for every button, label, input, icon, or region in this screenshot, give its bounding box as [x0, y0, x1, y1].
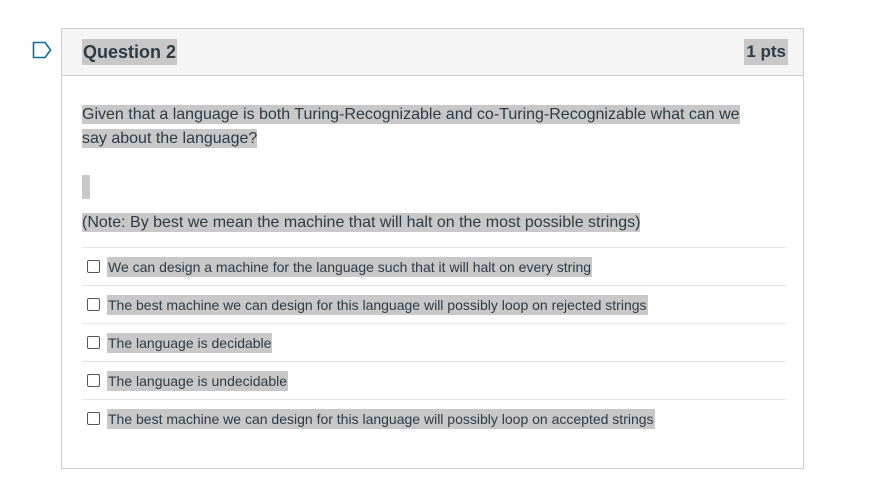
answer-label[interactable]: The language is undecidable: [107, 370, 289, 391]
answer-checkbox[interactable]: [87, 260, 100, 273]
answer-checkbox[interactable]: [87, 412, 100, 425]
answer-checkbox[interactable]: [87, 336, 100, 349]
question-body: Given that a language is both Turing-Rec…: [82, 103, 786, 437]
question-points: 1 pts: [744, 39, 788, 65]
answer-list: We can design a machine for the language…: [82, 247, 786, 437]
question-prompt: Given that a language is both Turing-Rec…: [82, 103, 766, 151]
question-note: (Note: By best we mean the machine that …: [82, 211, 786, 235]
answer-option-5[interactable]: The best machine we can design for this …: [82, 400, 786, 437]
question-card: Question 2 1 pts Given that a language i…: [61, 28, 804, 469]
answer-label[interactable]: We can design a machine for the language…: [107, 256, 593, 277]
answer-option-2[interactable]: The best machine we can design for this …: [82, 286, 786, 324]
question-header: Question 2 1 pts: [62, 29, 803, 76]
empty-highlighted-line: [82, 175, 90, 199]
flag-question-icon[interactable]: [32, 41, 52, 59]
answer-label[interactable]: The best machine we can design for this …: [107, 294, 648, 315]
question-note-text: (Note: By best we mean the machine that …: [82, 213, 641, 232]
question-title: Question 2: [82, 39, 178, 65]
answer-option-3[interactable]: The language is decidable: [82, 324, 786, 362]
question-prompt-text: Given that a language is both Turing-Rec…: [82, 105, 740, 148]
answer-label[interactable]: The best machine we can design for this …: [107, 408, 655, 429]
answer-checkbox[interactable]: [87, 298, 100, 311]
answer-option-4[interactable]: The language is undecidable: [82, 362, 786, 400]
answer-label[interactable]: The language is decidable: [107, 332, 273, 353]
answer-checkbox[interactable]: [87, 374, 100, 387]
answer-option-1[interactable]: We can design a machine for the language…: [82, 248, 786, 286]
